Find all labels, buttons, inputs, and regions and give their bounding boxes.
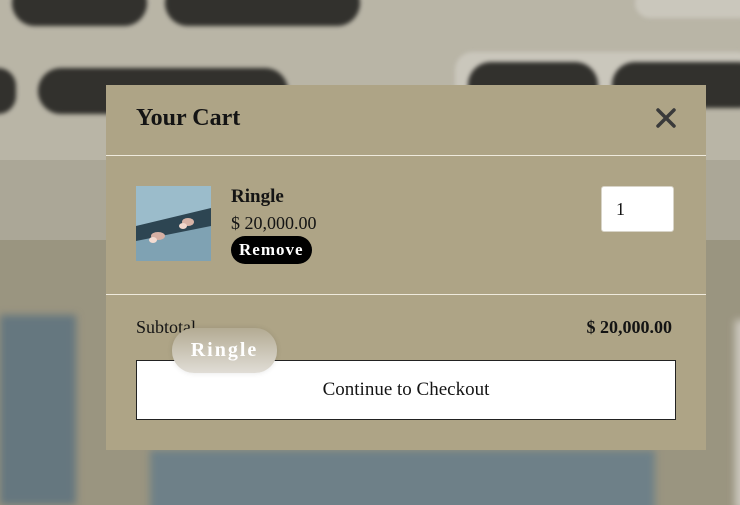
- quantity-input[interactable]: 1: [601, 186, 674, 232]
- product-thumbnail[interactable]: [136, 186, 211, 261]
- product-price: $ 20,000.00: [231, 213, 317, 233]
- close-icon: [656, 108, 676, 128]
- remove-button[interactable]: Remove: [231, 236, 312, 264]
- product-name[interactable]: Ringle: [231, 186, 284, 208]
- subtotal-value: $ 20,000.00: [586, 317, 673, 337]
- cart-header: Your Cart: [106, 85, 706, 156]
- cart-item: Ringle $ 20,000.00 Remove 1: [106, 156, 706, 295]
- cart-title: Your Cart: [136, 105, 241, 131]
- product-tooltip: Ringle: [172, 328, 277, 373]
- cart-modal: Your Cart Ringle $ 20,000.00 Remove 1 Su…: [106, 85, 706, 450]
- close-button[interactable]: [651, 103, 681, 133]
- product-image: [136, 186, 211, 261]
